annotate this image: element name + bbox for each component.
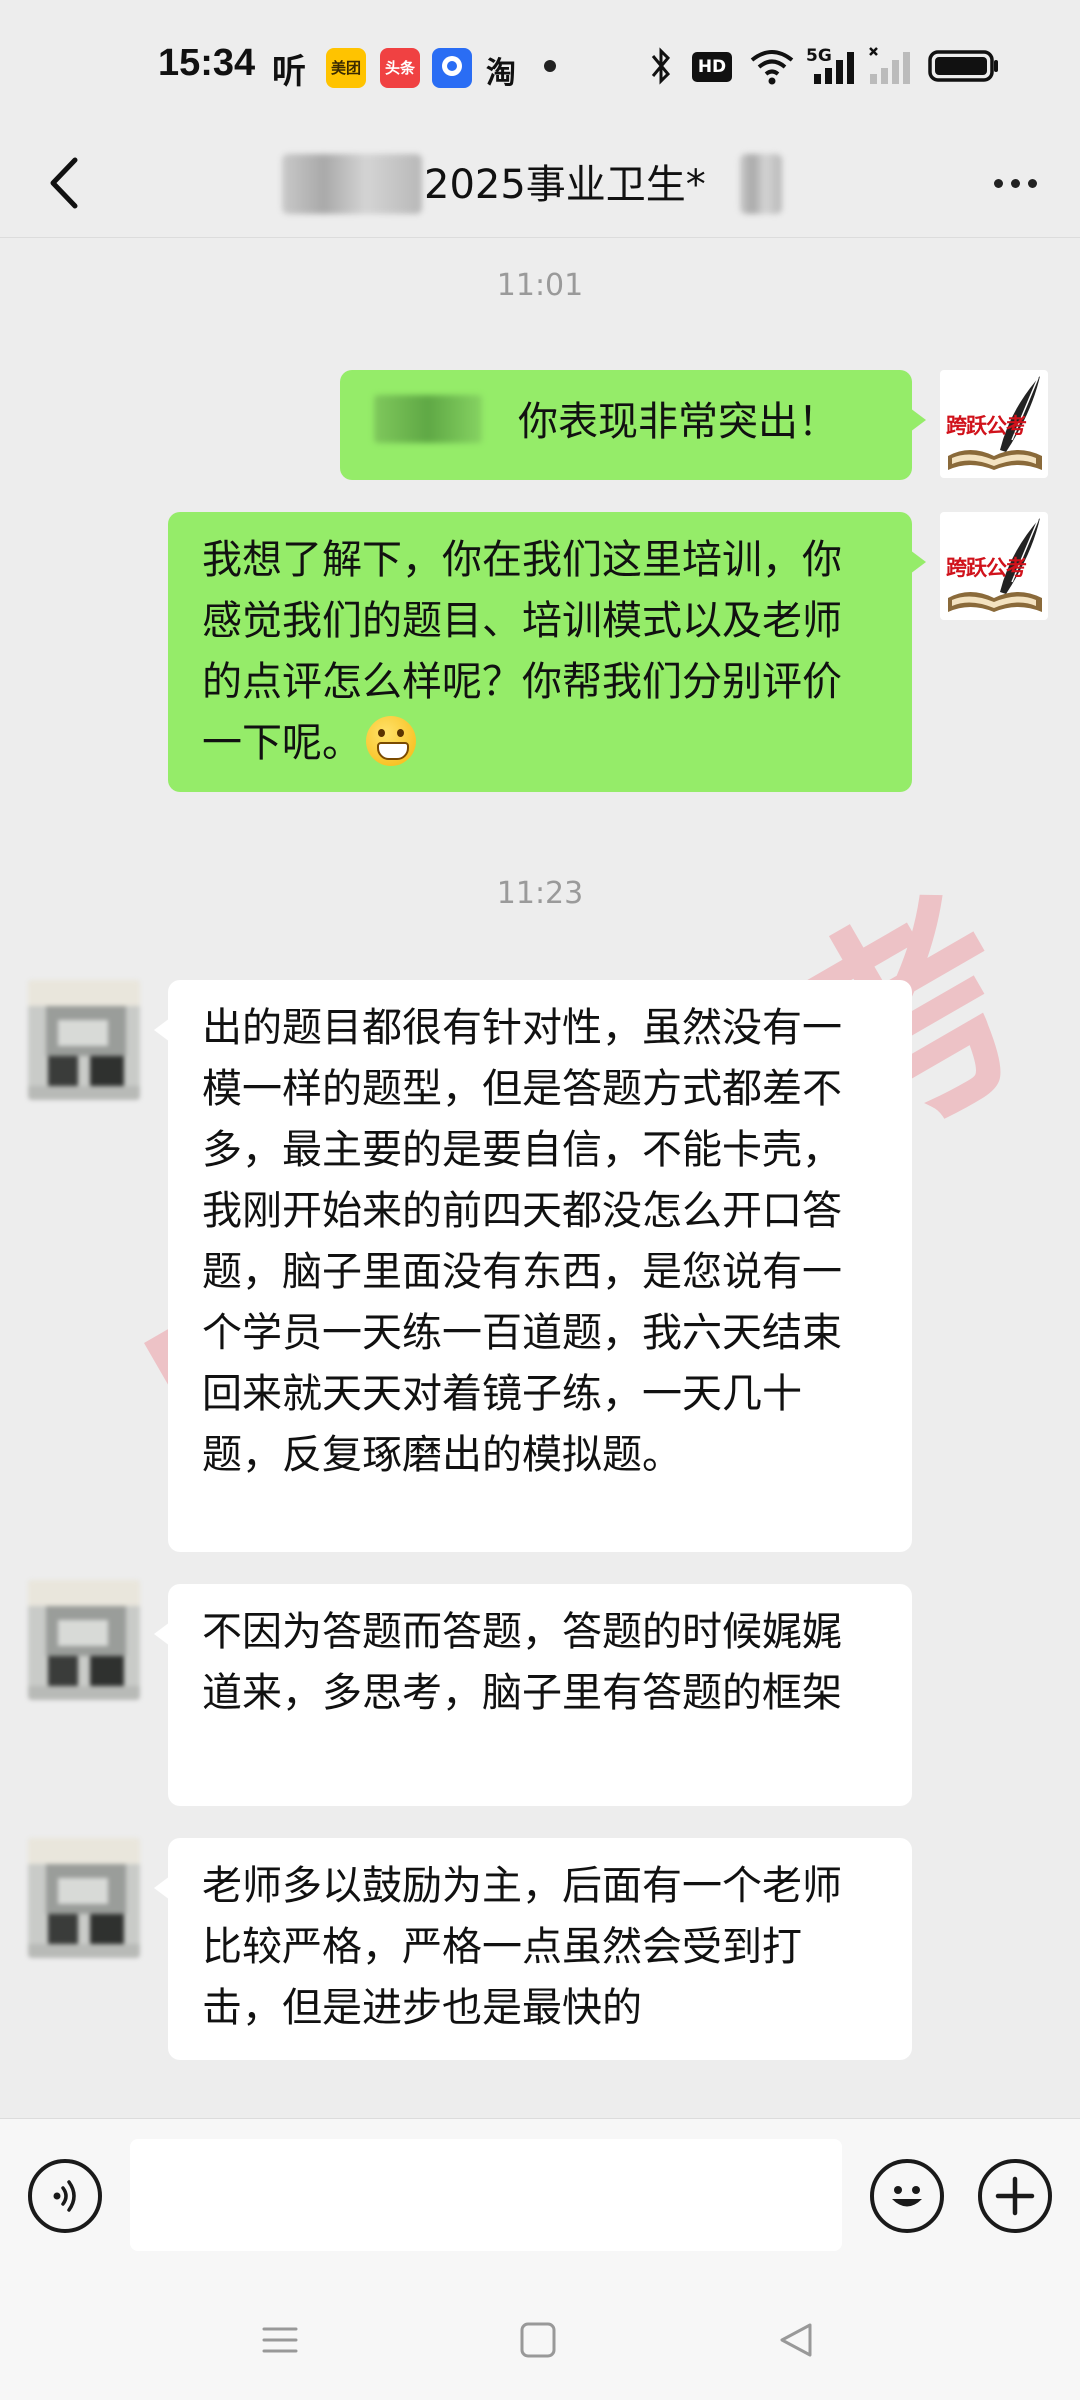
signal-2-icon <box>869 47 910 84</box>
contact-avatar[interactable] <box>28 1838 140 1958</box>
chat-input-bar <box>0 2118 1080 2280</box>
more-options-button[interactable] <box>980 148 1050 218</box>
timestamp: 11:01 <box>496 268 584 303</box>
more-dot <box>1010 178 1020 188</box>
received-message-text: 不因为答题而答题，答题的时候娓娓道来，多思考，脑子里有答题的框架 <box>202 1609 842 1716</box>
chevron-left-icon <box>50 157 78 209</box>
brand-avatar-text: 跨跃公考 <box>946 556 1027 580</box>
back-triangle-icon <box>780 2323 812 2357</box>
voice-icon <box>53 2180 76 2212</box>
contact-avatar-image <box>28 980 140 1100</box>
bluetooth-icon <box>651 47 671 85</box>
back-button[interactable] <box>30 148 100 218</box>
system-nav-bar <box>0 2280 1080 2400</box>
back-nav-button[interactable] <box>766 2310 826 2370</box>
blurred-title-prefix <box>282 154 422 214</box>
timestamp: 11:23 <box>496 876 584 911</box>
wifi-icon <box>750 50 794 85</box>
received-message-text: 出的题目都很有针对性，虽然没有一模一样的题型，但是答题方式都差不多，最主要的是要… <box>202 1005 842 1478</box>
chat-title-bar: 2025事业卫生* <box>0 130 1080 238</box>
received-message-bubble[interactable]: 老师多以鼓励为主，后面有一个老师比较严格，严格一点虽然会受到打击，但是进步也是最… <box>154 1838 912 2060</box>
recent-apps-button[interactable] <box>250 2310 310 2370</box>
notification-dot-icon <box>544 60 556 72</box>
home-button[interactable] <box>508 2310 568 2370</box>
emoji-button[interactable] <box>870 2159 944 2233</box>
sent-message-bubble[interactable]: 我想了解下，你在我们这里培训，你感觉我们的题目、培训模式以及老师的点评怎么样呢？… <box>168 512 926 792</box>
message-input[interactable] <box>130 2139 842 2251</box>
meituan-app-icon: 美团 <box>326 48 366 88</box>
brand-avatar-text: 跨跃公考 <box>946 414 1027 438</box>
received-message-bubble[interactable]: 出的题目都很有针对性，虽然没有一模一样的题型，但是答题方式都差不多，最主要的是要… <box>154 980 912 1552</box>
listen-app-icon: 听 <box>272 52 306 92</box>
grinning-emoji-icon <box>366 716 416 766</box>
received-message-text: 老师多以鼓励为主，后面有一个老师比较严格，严格一点虽然会受到打击，但是进步也是最… <box>202 1863 842 2031</box>
more-dots-icon <box>993 178 1003 188</box>
signal-icon <box>814 52 854 84</box>
voice-input-button[interactable] <box>28 2159 102 2233</box>
toutiao-app-icon: 头条 <box>380 48 420 88</box>
contact-avatar-image <box>28 1580 140 1700</box>
sent-message-text: 我想了解下，你在我们这里培训，你感觉我们的题目、培训模式以及老师的点评怎么样呢？… <box>202 537 842 766</box>
hd-icon: HD <box>692 52 732 82</box>
own-avatar[interactable]: 跨跃公考 <box>940 512 1048 620</box>
received-message-bubble[interactable]: 不因为答题而答题，答题的时候娓娓道来，多思考，脑子里有答题的框架 <box>154 1584 912 1806</box>
status-time: 15:34 <box>158 42 256 84</box>
blurred-title-suffix <box>740 154 782 214</box>
blue-app-icon <box>432 48 472 88</box>
more-dot <box>1027 178 1037 188</box>
taobao-app-icon: 淘 <box>486 56 516 91</box>
sent-message-text: 你表现非常突出！ <box>518 399 838 445</box>
contact-avatar[interactable] <box>28 980 140 1100</box>
menu-lines-icon <box>262 2327 298 2353</box>
status-bar: 15:34 听 美团 头条 淘 HD 5G <box>0 0 1080 130</box>
chat-title: 2025事业卫生* <box>424 162 706 208</box>
emoji-icon <box>892 2186 922 2207</box>
sent-message-bubble[interactable]: 你表现非常突出！ <box>340 370 926 480</box>
own-avatar[interactable]: 跨跃公考 <box>940 370 1048 478</box>
battery-icon <box>928 50 998 82</box>
blurred-name <box>374 395 482 443</box>
contact-avatar[interactable] <box>28 1580 140 1700</box>
plus-icon <box>995 2176 1035 2216</box>
home-square-icon <box>520 2322 556 2358</box>
contact-avatar-image <box>28 1838 140 1958</box>
more-functions-button[interactable] <box>978 2159 1052 2233</box>
